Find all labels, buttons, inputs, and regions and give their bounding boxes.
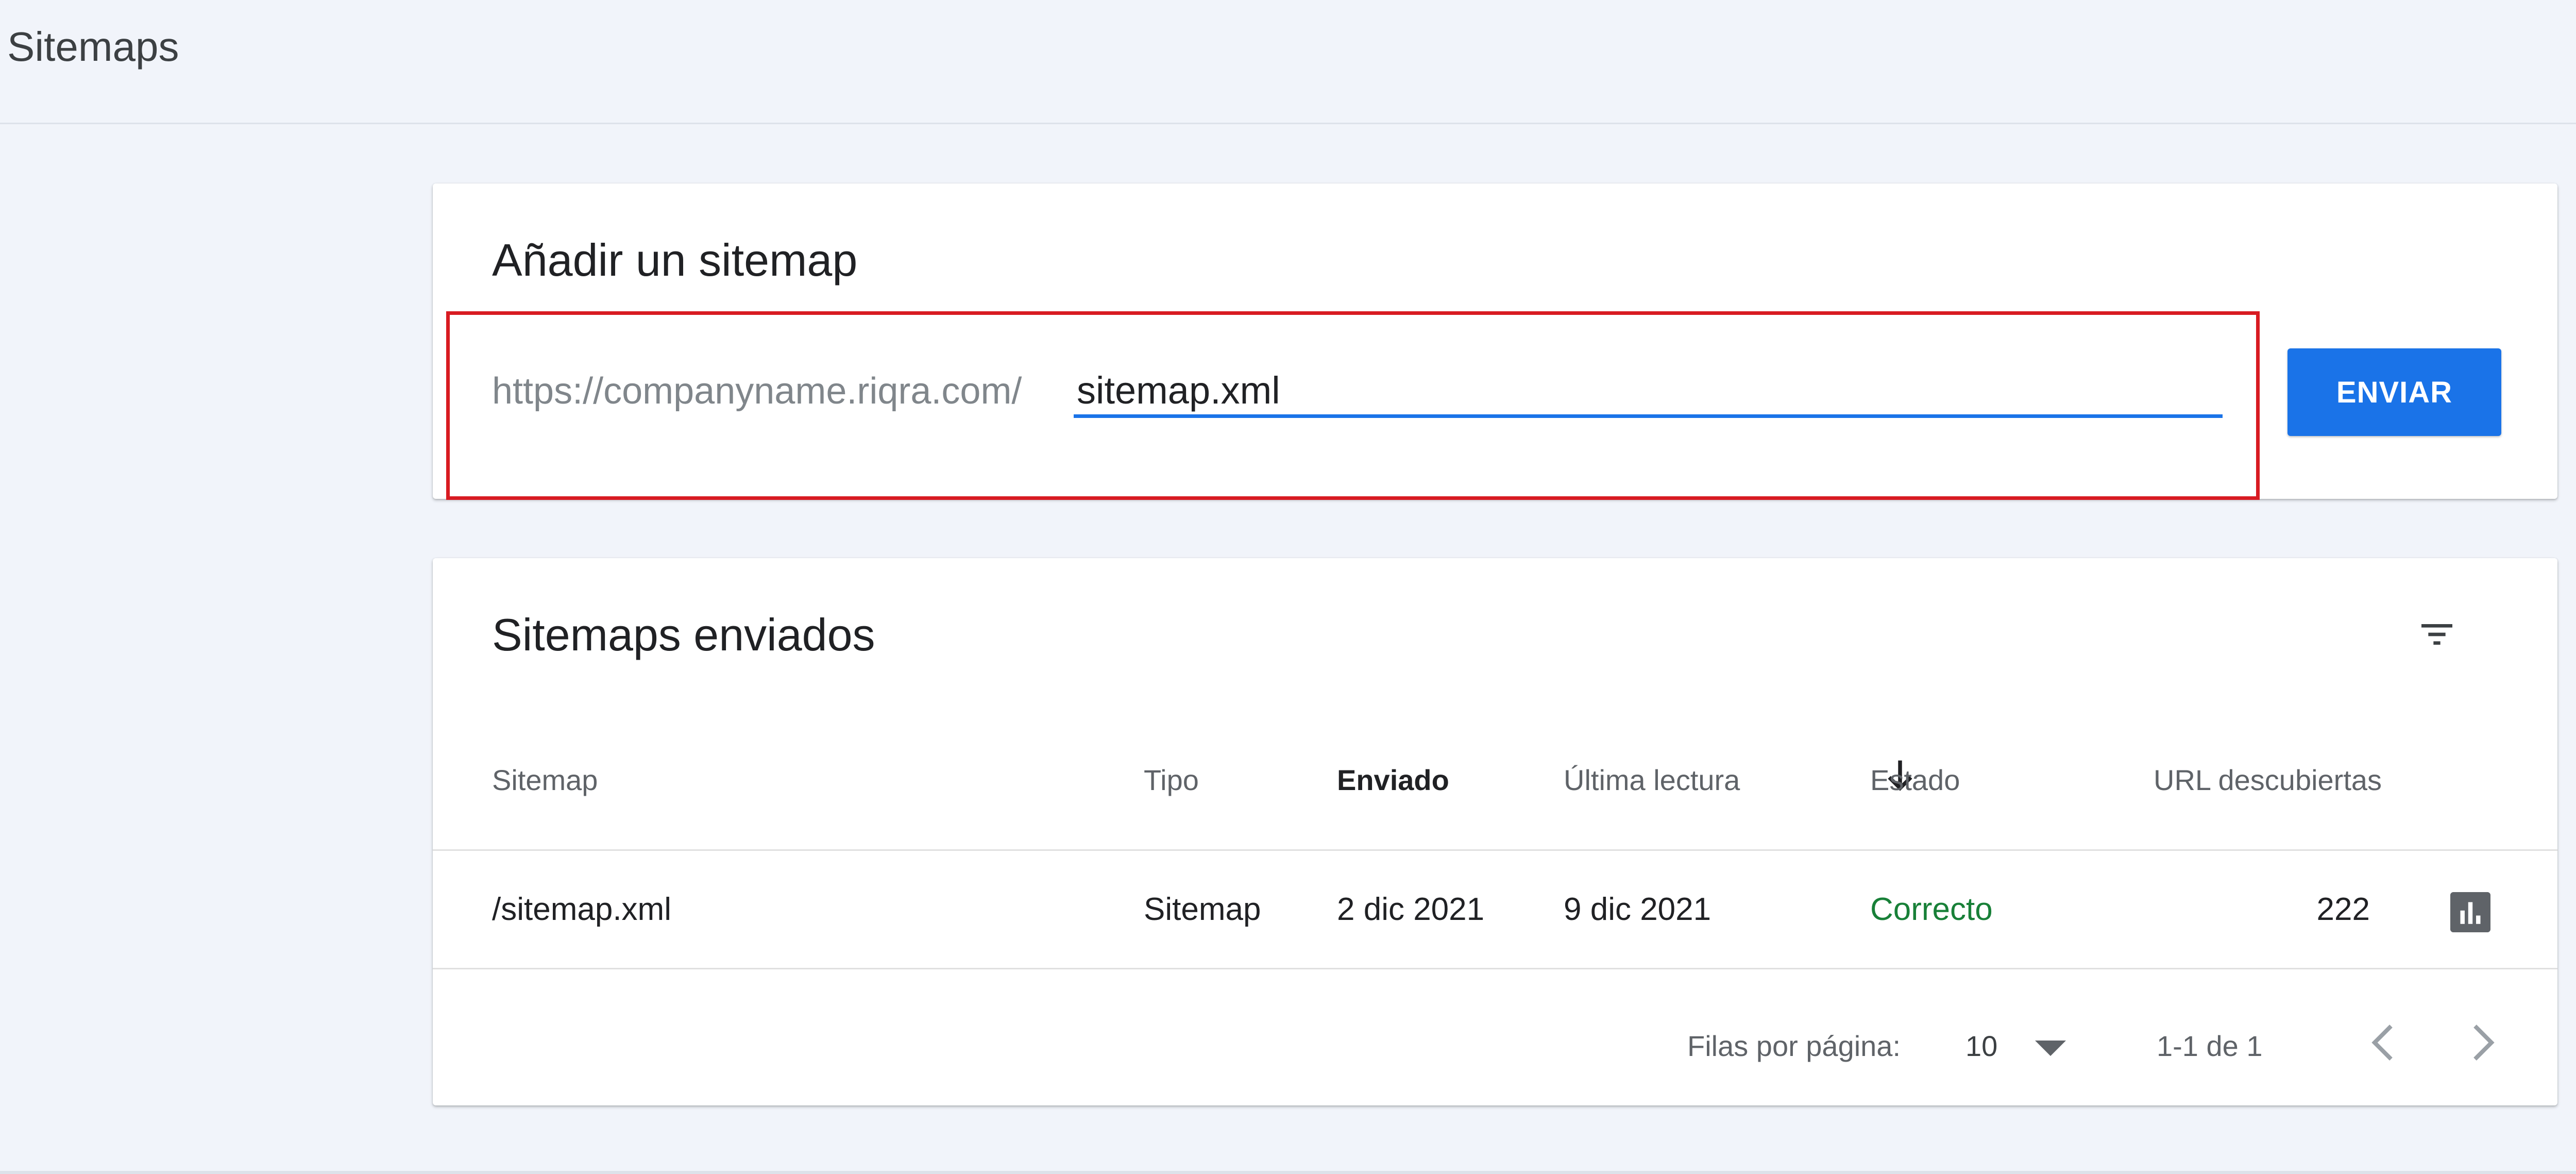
column-header-tipo[interactable]: Tipo xyxy=(1144,763,1199,797)
column-header-enviado[interactable]: Enviado xyxy=(1337,763,1449,797)
bottom-divider xyxy=(0,1171,2576,1174)
page-header: Sitemaps xyxy=(0,0,2576,124)
sitemap-url-input[interactable] xyxy=(1074,356,2223,418)
cell-sitemap: /sitemap.xml xyxy=(492,892,671,927)
add-sitemap-title: Añadir un sitemap xyxy=(492,234,858,286)
page-title: Sitemaps xyxy=(7,24,179,70)
cell-tipo: Sitemap xyxy=(1144,892,1261,927)
cell-url-count: 222 xyxy=(2316,892,2370,927)
bar-chart-icon[interactable] xyxy=(2450,892,2490,932)
pagination-range: 1-1 de 1 xyxy=(2157,1030,2263,1062)
chevron-right-icon[interactable] xyxy=(2468,1022,2499,1063)
column-header-url-descubiertas[interactable]: URL descubiertas xyxy=(2154,763,2382,797)
cell-ultima-lectura: 9 dic 2021 xyxy=(1564,892,1711,927)
column-header-ultima-lectura[interactable]: Última lectura xyxy=(1564,763,1740,797)
submitted-sitemaps-title: Sitemaps enviados xyxy=(492,609,875,660)
submitted-sitemaps-card: Sitemaps enviados Sitemap Tipo Enviado Ú… xyxy=(433,558,2557,1105)
submit-button[interactable]: ENVIAR xyxy=(2287,348,2501,436)
filter-list-icon[interactable] xyxy=(2411,614,2463,655)
header-divider xyxy=(433,849,2557,851)
status-badge: Correcto xyxy=(1870,892,1993,927)
cell-enviado: 2 dic 2021 xyxy=(1337,892,1485,927)
column-header-estado[interactable]: Estado xyxy=(1870,763,1960,797)
add-sitemap-card: Añadir un sitemap https://companyname.ri… xyxy=(433,183,2557,500)
chevron-left-icon[interactable] xyxy=(2367,1022,2398,1063)
row-divider xyxy=(433,968,2557,969)
rows-per-page-select[interactable]: 10 xyxy=(1965,1029,1997,1063)
column-header-sitemap[interactable]: Sitemap xyxy=(492,763,598,797)
rows-per-page-label: Filas por página: xyxy=(1687,1030,1901,1062)
url-prefix: https://companyname.riqra.com/ xyxy=(492,371,1022,412)
caret-down-icon[interactable] xyxy=(2035,1039,2066,1057)
